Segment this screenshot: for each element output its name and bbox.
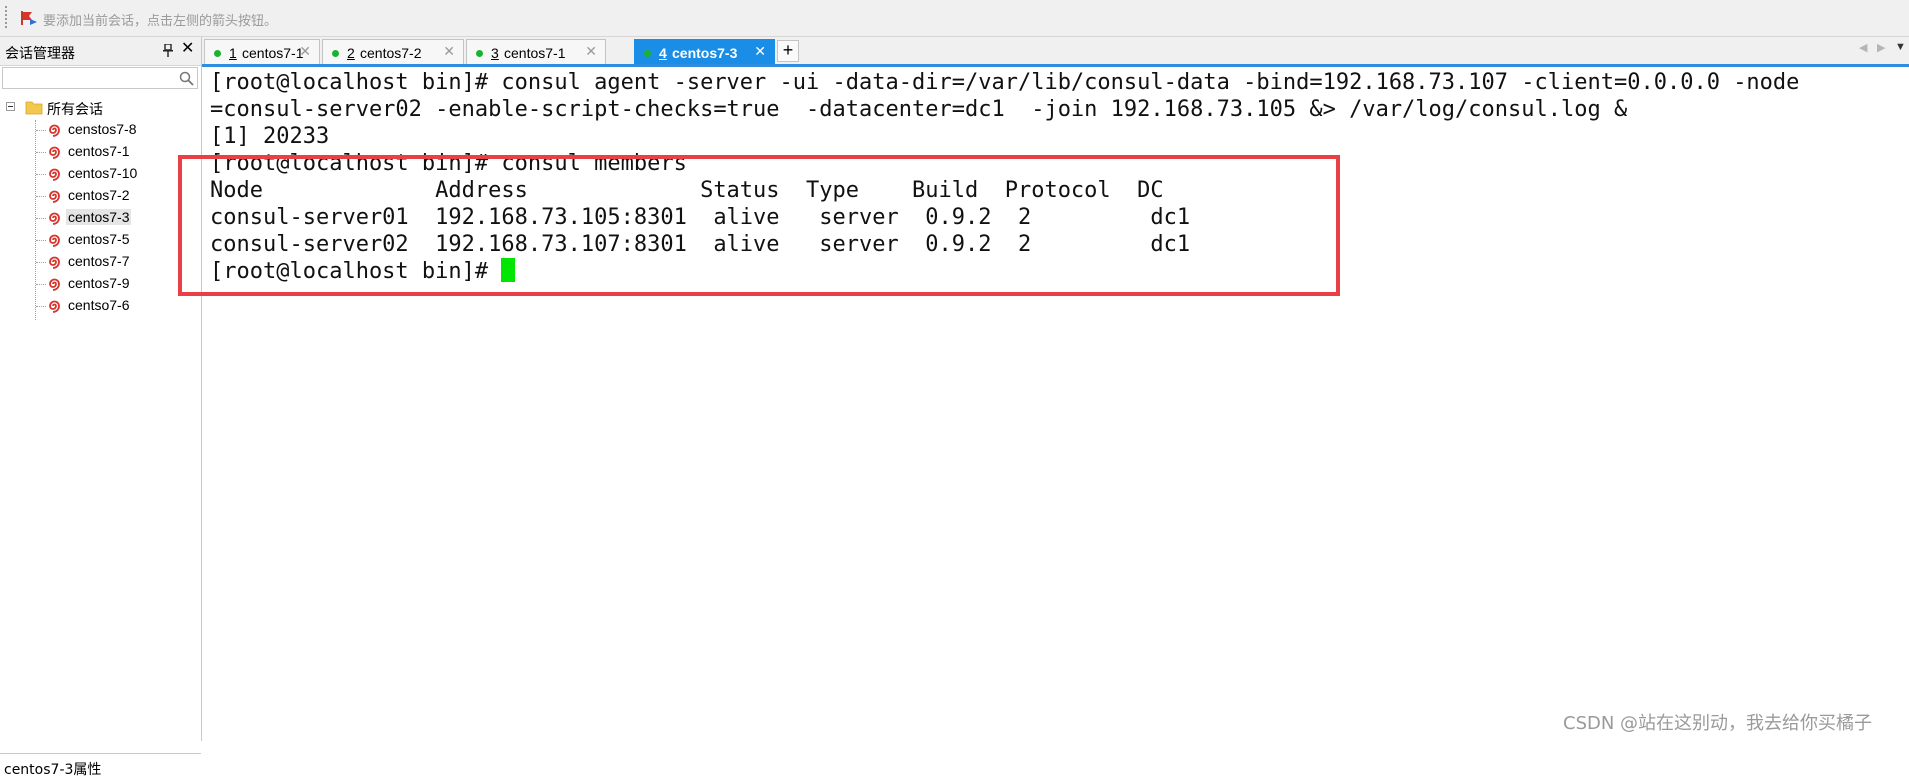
session-swirl-icon <box>47 233 62 252</box>
tree-connector <box>36 306 46 307</box>
session-item[interactable]: centos7-2 <box>36 186 196 206</box>
tab-label: centos7-3 <box>672 45 738 61</box>
search-icon[interactable] <box>179 71 194 91</box>
tree-connector <box>36 284 46 285</box>
session-label: centos7-2 <box>68 187 130 203</box>
session-item[interactable]: centos7-5 <box>36 230 196 250</box>
status-dot-icon <box>476 50 483 57</box>
terminal-line: consul-server02 192.168.73.107:8301 aliv… <box>210 232 1191 257</box>
tab-label: centos7-1 <box>504 45 566 61</box>
terminal-cursor <box>501 258 516 282</box>
session-swirl-icon <box>47 123 62 142</box>
session-swirl-icon <box>47 277 62 296</box>
terminal[interactable]: [root@localhost bin]# consul agent -serv… <box>203 67 1909 741</box>
session-item[interactable]: censtos7-8 <box>36 120 196 140</box>
tab-close-icon[interactable]: ✕ <box>443 43 455 60</box>
tab-close-icon[interactable]: ✕ <box>585 43 597 60</box>
tab-number: 2 <box>347 45 355 61</box>
session-swirl-icon <box>47 255 62 274</box>
scroll-tabs-right-icon[interactable]: ▶ <box>1877 41 1885 54</box>
session-item-selected[interactable]: centos7-3 <box>36 208 196 228</box>
collapse-icon[interactable] <box>6 102 15 111</box>
terminal-line: Node Address Status Type Build Protocol … <box>210 178 1164 203</box>
tree-connector <box>36 152 46 153</box>
tree-connector <box>36 262 46 263</box>
tab-bar: 1 centos7-1 ✕ 2 centos7-2 ✕ 3 centos7-1 … <box>202 37 1909 67</box>
tree-connector <box>36 174 46 175</box>
status-dot-icon <box>332 50 339 57</box>
tab-number: 1 <box>229 45 237 61</box>
session-manager-panel: 会话管理器 ✕ 所有会话 censtos7-8 centos7-1 centos… <box>0 37 202 779</box>
tree-root-label: 所有会话 <box>47 102 103 118</box>
session-item[interactable]: centos7-9 <box>36 274 196 294</box>
session-label: centos7-1 <box>68 143 130 159</box>
toolbar-grip[interactable] <box>5 6 7 30</box>
panel-title: 会话管理器 <box>5 46 75 62</box>
session-swirl-icon <box>47 167 62 186</box>
session-label: centos7-5 <box>68 231 130 247</box>
panel-header: 会话管理器 ✕ <box>0 37 201 66</box>
watermark: CSDN @站在这别动，我去给你买橘子 <box>1563 713 1873 734</box>
terminal-line: [root@localhost bin]# consul agent -serv… <box>210 70 1800 95</box>
tab-number: 4 <box>659 45 667 61</box>
session-swirl-icon <box>47 189 62 208</box>
terminal-line: consul-server01 192.168.73.105:8301 aliv… <box>210 205 1191 230</box>
tree-connector <box>36 130 46 131</box>
tab-close-icon[interactable]: ✕ <box>299 43 311 60</box>
properties-panel: centos7-3属性 <box>0 753 201 779</box>
session-item[interactable]: centso7-6 <box>36 296 196 316</box>
session-swirl-icon <box>47 145 62 164</box>
session-label: centos7-10 <box>68 165 138 181</box>
terminal-line: [1] 20233 <box>210 124 330 149</box>
status-dot-icon <box>214 50 221 57</box>
tab-centos7-3[interactable]: 4 centos7-3 ✕ <box>634 39 775 64</box>
tree-connector <box>36 196 46 197</box>
session-label: centos7-9 <box>68 275 130 291</box>
session-swirl-icon <box>47 299 62 318</box>
toolbar: 要添加当前会话，点击左侧的箭头按钮。 <box>0 0 1909 37</box>
tab-centos7-1[interactable]: 1 centos7-1 ✕ <box>204 39 320 64</box>
add-tab-button[interactable]: + <box>777 40 799 62</box>
panel-close-icon[interactable]: ✕ <box>181 40 194 58</box>
tree-connector <box>36 240 46 241</box>
status-dot-icon <box>644 50 651 57</box>
tab-label: centos7-2 <box>360 45 422 61</box>
pin-icon[interactable] <box>163 43 173 62</box>
terminal-line: =consul-server02 -enable-script-checks=t… <box>210 97 1628 122</box>
tab-centos7-2[interactable]: 2 centos7-2 ✕ <box>322 39 464 64</box>
session-label: centos7-7 <box>68 253 130 269</box>
session-item[interactable]: centos7-10 <box>36 164 196 184</box>
scroll-tabs-left-icon[interactable]: ◀ <box>1859 41 1867 54</box>
session-swirl-icon <box>47 211 62 230</box>
tree-connector <box>36 218 46 219</box>
terminal-line: [root@localhost bin]# consul members <box>210 151 687 176</box>
toolbar-hint: 要添加当前会话，点击左侧的箭头按钮。 <box>43 14 278 29</box>
tab-close-icon[interactable]: ✕ <box>754 43 766 60</box>
tab-number: 3 <box>491 45 499 61</box>
session-search <box>2 67 198 89</box>
session-item[interactable]: centos7-7 <box>36 252 196 272</box>
terminal-prompt-line: [root@localhost bin]# <box>210 258 516 285</box>
session-search-input[interactable] <box>5 69 179 89</box>
session-label: centos7-3 <box>66 209 132 225</box>
tree-root-all-sessions[interactable]: 所有会话 <box>3 98 193 118</box>
tab-label: centos7-1 <box>242 45 304 61</box>
tab-list-dropdown-icon[interactable]: ▼ <box>1895 41 1906 53</box>
tab-centos7-1-second[interactable]: 3 centos7-1 ✕ <box>466 39 606 64</box>
folder-icon <box>25 99 43 120</box>
session-flag-icon[interactable] <box>20 10 38 31</box>
terminal-prompt: [root@localhost bin]# <box>210 259 502 284</box>
properties-label: centos7-3属性 <box>4 762 102 778</box>
session-item[interactable]: centos7-1 <box>36 142 196 162</box>
session-label: censtos7-8 <box>68 121 137 137</box>
session-label: centso7-6 <box>68 297 130 313</box>
